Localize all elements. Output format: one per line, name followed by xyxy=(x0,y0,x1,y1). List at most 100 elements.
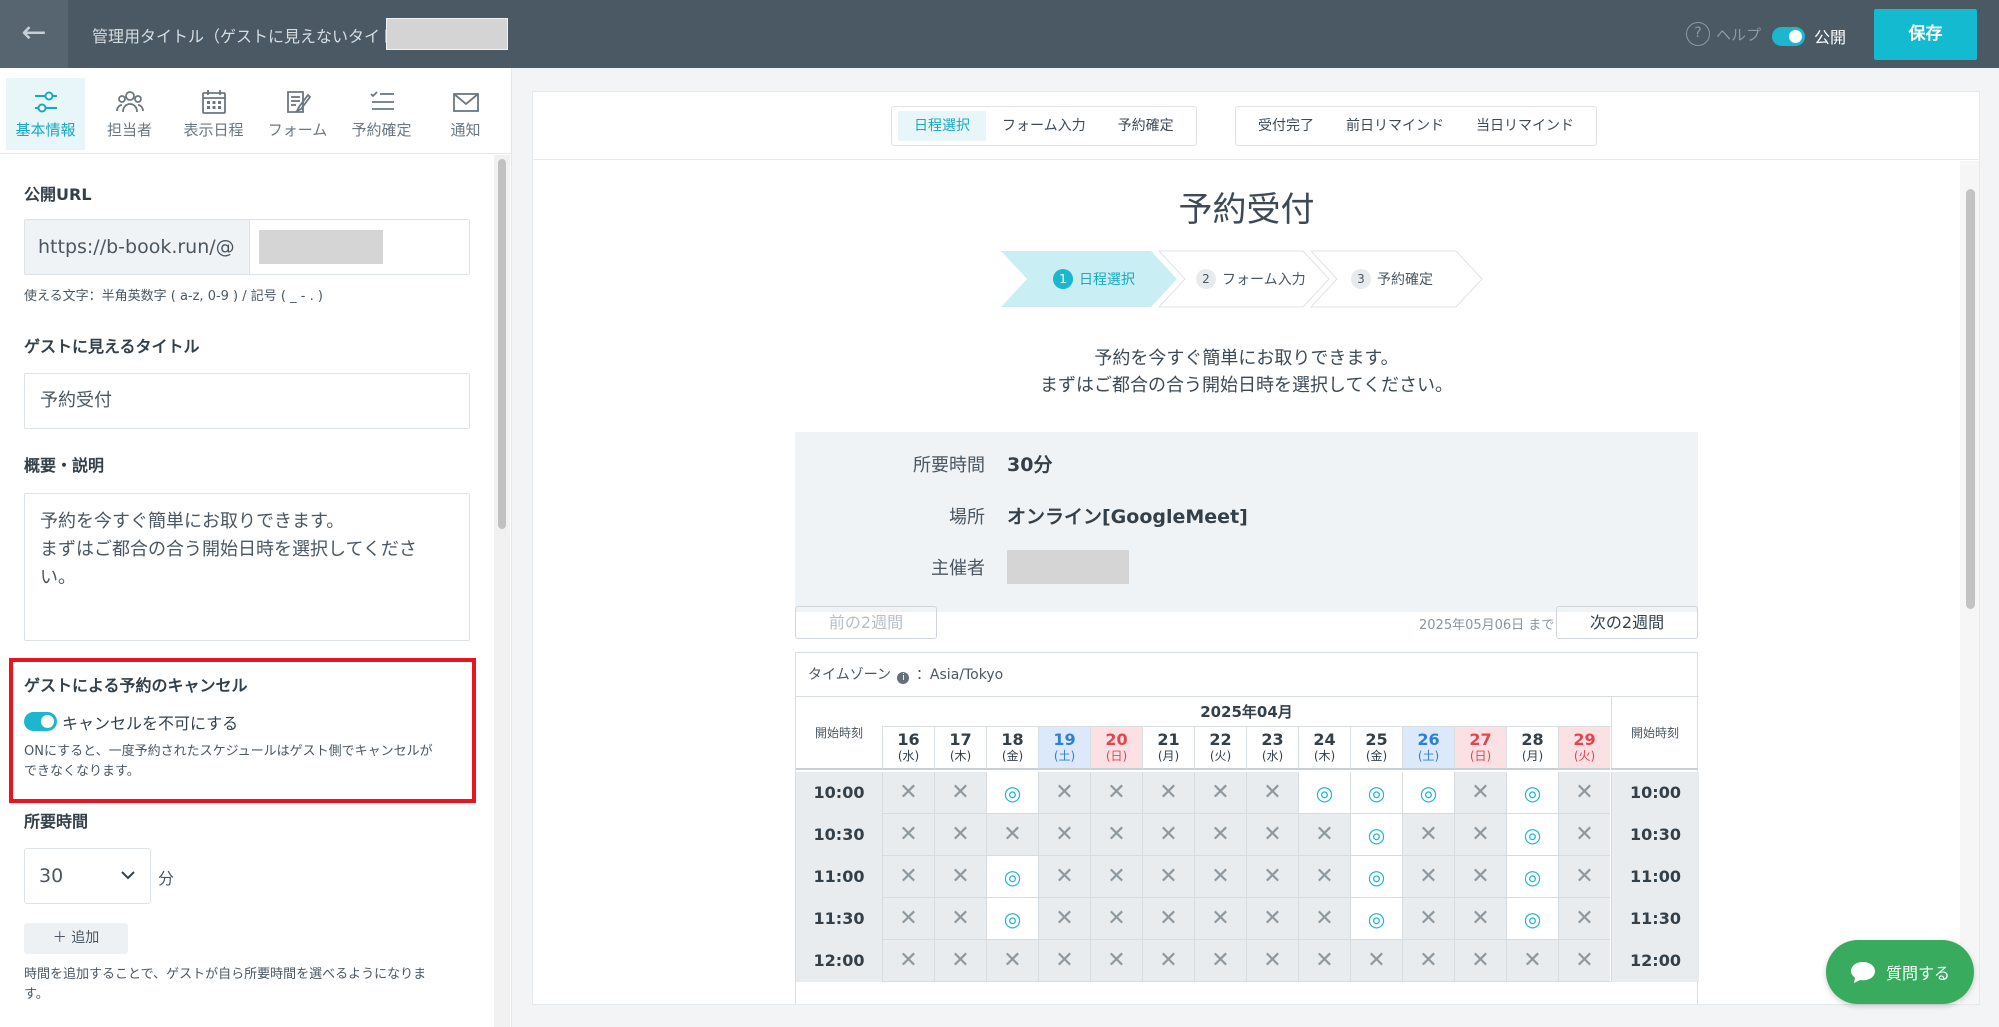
top-bar: ← 管理用タイトル（ゲストに見えないタイトル） ? ヘルプ 公開 保存 xyxy=(0,0,1999,68)
slot-available[interactable]: ◎ xyxy=(1506,856,1558,898)
guest-title-input[interactable]: 予約受付 xyxy=(24,373,470,429)
prev-2weeks-button[interactable]: 前の2週間 xyxy=(795,606,937,639)
until-date: 2025年05月06日 まで xyxy=(1419,618,1555,633)
time-row: 11:30 ✕ ✕ ◎ ✕ ✕ ✕ ✕ ✕ ✕ ◎ ✕ ✕ ◎ ✕ 11:30 xyxy=(796,898,1699,940)
slot-available[interactable]: ◎ xyxy=(1506,772,1558,814)
slot-unavailable: ✕ xyxy=(1038,940,1090,982)
time-label: 11:30 xyxy=(796,898,882,940)
slot-available[interactable]: ◎ xyxy=(1298,772,1350,814)
seg-remind-prev[interactable]: 前日リマインド xyxy=(1330,111,1460,141)
slot-available[interactable]: ◎ xyxy=(986,772,1038,814)
slot-unavailable: ✕ xyxy=(1298,856,1350,898)
day-number: 16 xyxy=(897,730,920,749)
url-label: 公開URL xyxy=(24,185,92,204)
tab-basic-info[interactable]: 基本情報 xyxy=(6,78,85,150)
day-number: 17 xyxy=(949,730,972,749)
slot-available[interactable]: ◎ xyxy=(1402,772,1454,814)
tab-label: 基本情報 xyxy=(15,120,76,139)
slot-unavailable: ✕ xyxy=(934,856,986,898)
description-textarea[interactable]: 予約を今すぐ簡単にお取りできます。 まずはご都合の合う開始日時を選択してくださ … xyxy=(24,493,470,641)
info-value: オンライン[GoogleMeet] xyxy=(1007,506,1248,528)
tab-notify[interactable]: 通知 xyxy=(426,78,505,150)
cancel-toggle[interactable] xyxy=(24,712,57,731)
slot-unavailable: ✕ xyxy=(1194,898,1246,940)
tab-staff[interactable]: 担当者 xyxy=(90,78,169,150)
time-row: 10:00 ✕ ✕ ◎ ✕ ✕ ✕ ✕ ✕ ◎ ◎ ◎ ✕ ◎ ✕ 10:00 xyxy=(796,772,1699,814)
slot-unavailable: ✕ xyxy=(1142,814,1194,856)
time-row: 11:00 ✕ ✕ ◎ ✕ ✕ ✕ ✕ ✕ ✕ ◎ ✕ ✕ ◎ ✕ 11:00 xyxy=(796,856,1699,898)
toggle-switch[interactable] xyxy=(1772,26,1805,46)
duration-select[interactable]: 30 xyxy=(24,848,151,904)
slot-unavailable: ✕ xyxy=(1402,856,1454,898)
app-root: ← 管理用タイトル（ゲストに見えないタイトル） ? ヘルプ 公開 保存 基本情報… xyxy=(0,0,1999,1027)
slot-available[interactable]: ◎ xyxy=(986,856,1038,898)
slot-available[interactable]: ◎ xyxy=(1350,772,1402,814)
slot-unavailable: ✕ xyxy=(934,898,986,940)
slot-unavailable: ✕ xyxy=(882,772,934,814)
url-field[interactable]: https://b-book.run/@ xyxy=(24,219,470,275)
chat-button[interactable]: 質問する xyxy=(1826,940,1974,1004)
slot-unavailable: ✕ xyxy=(882,898,934,940)
url-slug-input[interactable] xyxy=(259,230,383,264)
slot-unavailable: ✕ xyxy=(882,856,934,898)
public-toggle[interactable]: 公開 xyxy=(1772,24,1846,48)
scrollbar-thumb[interactable] xyxy=(498,159,506,529)
day-number: 25 xyxy=(1365,730,1388,749)
slot-unavailable: ✕ xyxy=(1402,814,1454,856)
admin-title-input[interactable] xyxy=(386,18,508,50)
save-button[interactable]: 保存 xyxy=(1874,9,1977,60)
day-header: 25 (金) xyxy=(1350,727,1402,770)
slot-available[interactable]: ◎ xyxy=(1350,898,1402,940)
slot-available[interactable]: ◎ xyxy=(986,898,1038,940)
tab-confirm[interactable]: 予約確定 xyxy=(342,78,421,150)
slot-available[interactable]: ◎ xyxy=(1350,814,1402,856)
slot-unavailable: ✕ xyxy=(1454,856,1506,898)
tab-form[interactable]: フォーム xyxy=(258,78,337,150)
slot-unavailable: ✕ xyxy=(934,772,986,814)
back-arrow-icon[interactable]: ← xyxy=(0,0,68,68)
day-header: 22 (火) xyxy=(1194,727,1246,770)
step-number: 1 xyxy=(1053,269,1073,289)
day-header: 24 (木) xyxy=(1298,727,1350,770)
day-header: 19 (土) xyxy=(1038,727,1090,770)
time-label: 10:00 xyxy=(796,772,882,814)
seg-date-select[interactable]: 日程選択 xyxy=(898,111,986,141)
slot-available[interactable]: ◎ xyxy=(1506,814,1558,856)
help-link[interactable]: ? ヘルプ xyxy=(1686,22,1761,46)
scrollbar-thumb[interactable] xyxy=(1966,189,1975,609)
host-name-redacted xyxy=(1007,550,1129,584)
time-label: 11:00 xyxy=(1611,856,1699,898)
timezone-row: タイムゾーン i ：Asia/Tokyo xyxy=(796,653,1699,697)
add-duration-button[interactable]: ＋ 追加 xyxy=(24,923,128,954)
day-number: 23 xyxy=(1261,730,1284,749)
timezone-label: タイムゾーン xyxy=(808,667,892,683)
seg-complete[interactable]: 受付完了 xyxy=(1242,111,1330,141)
day-weekday: (水) xyxy=(897,749,920,763)
info-icon[interactable]: i xyxy=(897,672,910,684)
preview-header: 日程選択 フォーム入力 予約確定 受付完了 前日リマインド 当日リマインド xyxy=(533,92,1979,160)
day-header: 21 (月) xyxy=(1142,727,1194,770)
next-2weeks-button[interactable]: 次の2週間 xyxy=(1556,606,1698,639)
slot-available[interactable]: ◎ xyxy=(1350,856,1402,898)
slot-unavailable: ✕ xyxy=(1454,940,1506,982)
slot-unavailable: ✕ xyxy=(1142,772,1194,814)
slot-unavailable: ✕ xyxy=(1558,814,1610,856)
slot-unavailable: ✕ xyxy=(1350,940,1402,982)
slot-unavailable: ✕ xyxy=(1194,940,1246,982)
settings-form: 公開URL https://b-book.run/@ 使える文字：半角英数字 (… xyxy=(0,155,492,1027)
tab-schedule[interactable]: 表示日程 xyxy=(174,78,253,150)
day-header: 17 (木) xyxy=(934,727,986,770)
info-value: 30分 xyxy=(1007,454,1053,476)
preview-scrollbar[interactable] xyxy=(1960,161,1979,1004)
panel-scrollbar[interactable] xyxy=(494,155,510,1027)
seg-confirm[interactable]: 予約確定 xyxy=(1102,111,1190,141)
settings-panel: 基本情報 担当者 表示日程 フォーム 予約確定 通知 公開URL https:/… xyxy=(0,68,512,1027)
seg-form-input[interactable]: フォーム入力 xyxy=(986,111,1102,141)
chat-bubble-icon xyxy=(1850,962,1875,983)
slot-unavailable: ✕ xyxy=(1246,898,1298,940)
step-label: 予約確定 xyxy=(1377,272,1433,288)
seg-remind-today[interactable]: 当日リマインド xyxy=(1460,111,1590,141)
slot-unavailable: ✕ xyxy=(934,814,986,856)
slot-available[interactable]: ◎ xyxy=(1506,898,1558,940)
time-label: 11:00 xyxy=(796,856,882,898)
